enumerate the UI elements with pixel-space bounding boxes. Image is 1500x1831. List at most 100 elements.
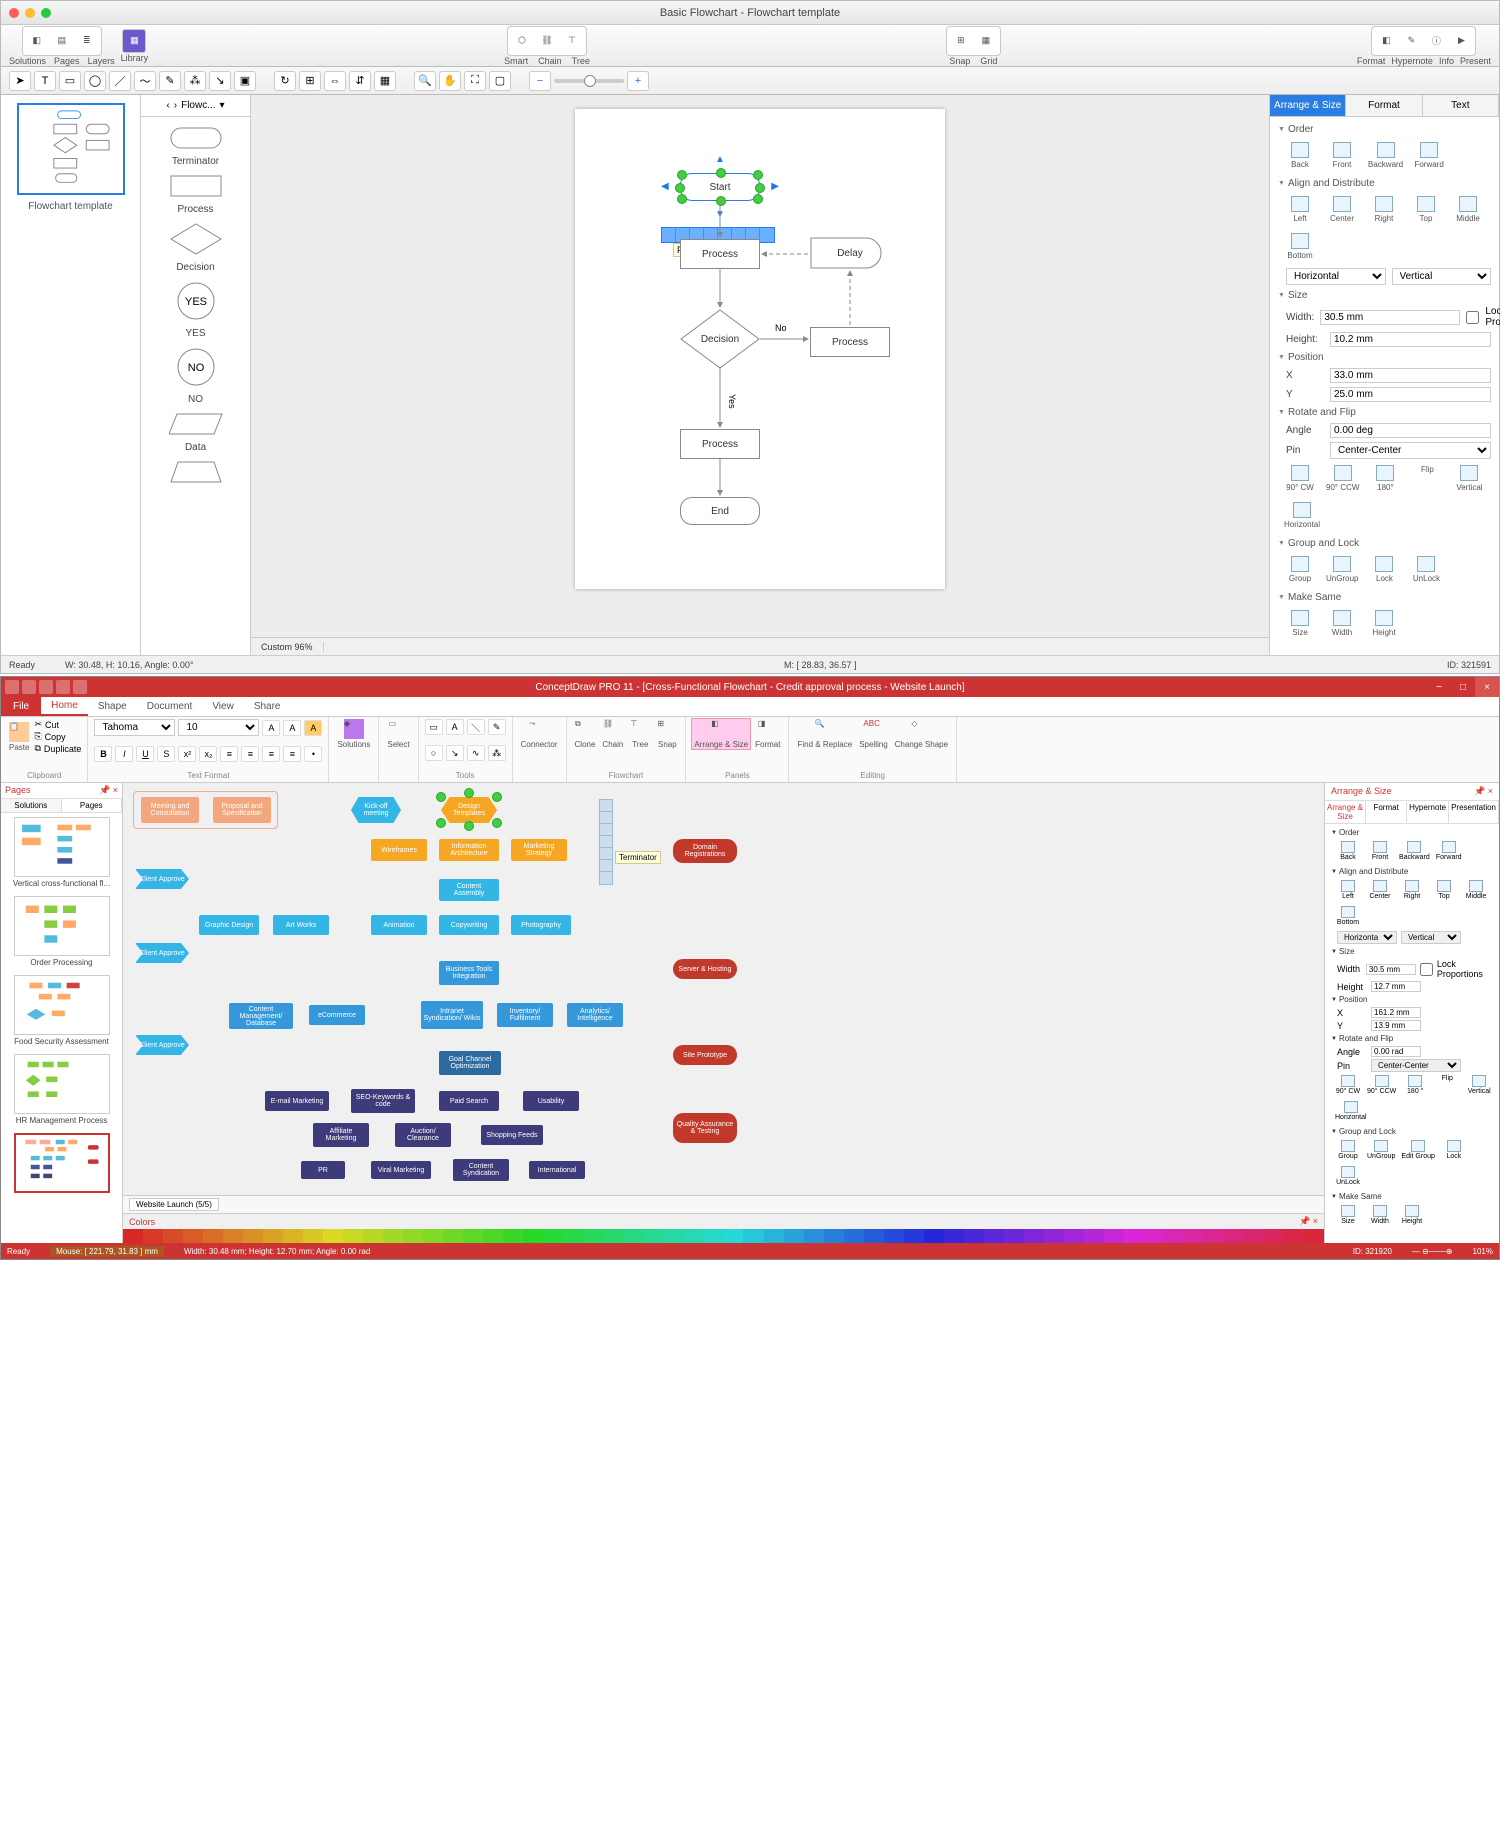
oval-tool[interactable]: ◯ xyxy=(84,71,106,91)
hypernote-button[interactable]: ✎ xyxy=(1399,29,1423,53)
font-size[interactable]: 10 xyxy=(178,719,259,736)
align-right[interactable]: Right xyxy=(1368,196,1400,223)
page-tab[interactable]: Website Launch (5/5) xyxy=(129,1198,219,1211)
box[interactable]: Intranet Syndication/ Wikis xyxy=(421,1001,483,1029)
box-selected[interactable]: Design Templates xyxy=(441,797,497,823)
tab-arrange[interactable]: Arrange & Size xyxy=(1270,95,1346,117)
order-forward[interactable]: Forward xyxy=(1413,142,1445,169)
box[interactable]: eCommerce xyxy=(309,1005,365,1025)
o-front[interactable]: Front xyxy=(1367,841,1393,861)
box[interactable]: Wireframes xyxy=(371,839,427,861)
stencil-process[interactable] xyxy=(141,175,250,200)
stencil-no[interactable]: NO xyxy=(141,347,250,390)
approve[interactable]: Client Approve xyxy=(135,869,189,889)
line-tool[interactable]: ／ xyxy=(109,71,131,91)
approve[interactable]: Client Approve xyxy=(135,1035,189,1055)
pp-thumb[interactable] xyxy=(14,817,110,877)
page[interactable]: Start ▲▼ ◀▶ Process Process Delay xyxy=(575,109,945,589)
box[interactable]: Goal Channel Optimization xyxy=(439,1051,501,1075)
same-size[interactable]: Size xyxy=(1284,610,1316,637)
change-shape-btn[interactable]: ◇Change Shape xyxy=(893,719,950,749)
order-backward[interactable]: Backward xyxy=(1368,142,1403,169)
dist-tool[interactable]: ⇔ xyxy=(324,71,346,91)
curve-tool[interactable]: 〜 xyxy=(134,71,156,91)
stencil-extra[interactable] xyxy=(141,461,250,486)
box[interactable]: Art Works xyxy=(273,915,329,935)
close-button[interactable]: × xyxy=(1475,677,1499,697)
stencil-yes[interactable]: YES xyxy=(141,281,250,324)
h2-input[interactable] xyxy=(1371,981,1421,992)
font-name[interactable]: Tahoma xyxy=(94,719,175,736)
shape-delay[interactable]: Delay xyxy=(810,237,890,269)
align-middle[interactable]: Middle xyxy=(1452,196,1484,223)
dist-h[interactable]: Horizontal xyxy=(1286,268,1386,285)
w2-input[interactable] xyxy=(1366,964,1416,975)
solutions-button[interactable]: ◧ xyxy=(25,29,49,53)
pin-select[interactable]: Center-Center xyxy=(1330,442,1491,459)
order-back[interactable]: Back xyxy=(1284,142,1316,169)
pin-icon[interactable]: 📌 × xyxy=(1299,1216,1318,1227)
grid-button[interactable]: ▦ xyxy=(974,29,998,53)
box[interactable]: Copywriting xyxy=(439,915,499,935)
eyedrop-tool[interactable]: ⁂ xyxy=(184,71,206,91)
library-button[interactable]: ▦ xyxy=(122,29,146,53)
rot-90ccw[interactable]: 90° CCW xyxy=(1326,465,1359,492)
text-tool[interactable]: T xyxy=(34,71,56,91)
dist-v[interactable]: Vertical xyxy=(1392,268,1492,285)
o-bwd[interactable]: Backward xyxy=(1399,841,1430,861)
box[interactable]: E-mail Marketing xyxy=(265,1091,329,1111)
align-tool[interactable]: ⊞ xyxy=(299,71,321,91)
y-input[interactable] xyxy=(1330,387,1491,402)
chain-button[interactable]: ⛓ xyxy=(535,29,559,53)
box[interactable]: Analytics/ Intelligence xyxy=(567,1003,623,1027)
box[interactable]: Kick-off meeting xyxy=(351,797,401,823)
bold[interactable]: B xyxy=(94,746,112,762)
italic[interactable]: I xyxy=(115,746,133,762)
stencil-decision[interactable] xyxy=(141,223,250,258)
p2-format[interactable]: Format xyxy=(1366,801,1407,823)
tab-text[interactable]: Text xyxy=(1423,95,1499,117)
stamp-tool[interactable]: ▣ xyxy=(234,71,256,91)
connector-btn[interactable]: ⤳Connector xyxy=(519,719,560,749)
align-left[interactable]: Left xyxy=(1284,196,1316,223)
height-input[interactable] xyxy=(1330,332,1491,347)
paste-button[interactable]: 📋Paste xyxy=(7,722,31,752)
max-button[interactable]: □ xyxy=(1451,677,1475,697)
shape-palette[interactable] xyxy=(599,799,613,885)
btn-unlock[interactable]: UnLock xyxy=(1410,556,1442,583)
o-fwd[interactable]: Forward xyxy=(1436,841,1462,861)
clone-btn[interactable]: ⧉Clone xyxy=(573,719,598,749)
align-center[interactable]: Center xyxy=(1326,196,1358,223)
nav-back[interactable]: ‹ xyxy=(166,100,169,111)
dup-button[interactable]: ⧉ Duplicate xyxy=(34,743,81,754)
p2-arrange[interactable]: Arrange & Size xyxy=(1325,801,1366,823)
pin-icon[interactable]: 📌 × xyxy=(99,785,118,796)
zoom-tool[interactable]: 🔍 xyxy=(414,71,436,91)
box[interactable]: International xyxy=(529,1161,585,1179)
approve[interactable]: Client Approve xyxy=(135,943,189,963)
rotate-tool[interactable]: ↻ xyxy=(274,71,296,91)
color-bar[interactable] xyxy=(123,1229,1324,1243)
group-tool[interactable]: ▦ xyxy=(374,71,396,91)
milestone[interactable]: Quality Assurance & Testing xyxy=(673,1113,737,1143)
box[interactable]: Content Management/ Database xyxy=(229,1003,293,1029)
min-button[interactable]: − xyxy=(1427,677,1451,697)
win-titlebar[interactable]: ConceptDraw PRO 11 - [Cross-Functional F… xyxy=(1,677,1499,697)
box[interactable]: Affiliate Marketing xyxy=(313,1123,369,1147)
rot-90cw[interactable]: 90° CW xyxy=(1284,465,1316,492)
rect-tool[interactable]: ▭ xyxy=(59,71,81,91)
cut-button[interactable]: ✂ Cut xyxy=(34,719,81,730)
same-width[interactable]: Width xyxy=(1326,610,1358,637)
lock-prop[interactable] xyxy=(1466,311,1479,324)
select-btn[interactable]: ▭Select xyxy=(385,719,411,749)
zoom-in[interactable]: + xyxy=(627,71,649,91)
zoom-slider[interactable] xyxy=(554,79,624,83)
p2-hyper[interactable]: Hypernote xyxy=(1407,801,1449,823)
tab-document[interactable]: Document xyxy=(137,697,203,716)
flip-tool[interactable]: ⇵ xyxy=(349,71,371,91)
box[interactable]: Business Tools Integration xyxy=(439,961,499,985)
align-bottom[interactable]: Bottom xyxy=(1284,233,1316,260)
layers-button[interactable]: ≣ xyxy=(75,29,99,53)
info-button[interactable]: ⓘ xyxy=(1424,29,1448,53)
box[interactable]: Marketing Strategy xyxy=(511,839,567,861)
